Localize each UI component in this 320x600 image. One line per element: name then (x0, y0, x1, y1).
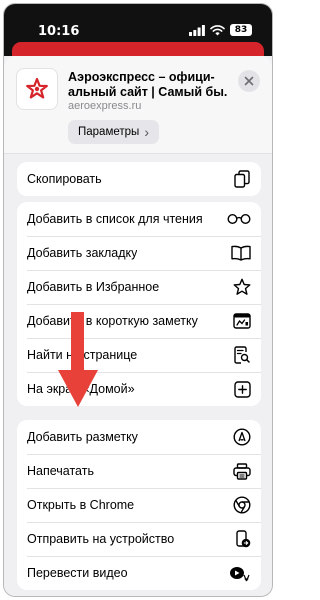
action-send-to-device[interactable]: Отправить на устройство (17, 522, 261, 556)
page-title-line2: альный сайт | Самый бы... (68, 85, 228, 99)
action-add-markup[interactable]: Добавить разметку (17, 420, 261, 454)
send-to-device-icon (233, 530, 251, 548)
status-time: 10:16 (38, 24, 80, 39)
action-add-to-home-screen[interactable]: На экран «Домой» (17, 372, 261, 406)
quick-note-icon (233, 312, 251, 330)
add-square-icon (233, 380, 251, 398)
action-add-reading-list[interactable]: Добавить в список для чтения (17, 202, 261, 236)
star-icon (233, 278, 251, 296)
markup-icon (233, 428, 251, 446)
page-background-band (12, 42, 264, 56)
phone-frame: 10:16 83 Аэроэкспресс – офици- альный са… (3, 3, 273, 597)
action-label: Добавить в короткую заметку (27, 314, 198, 328)
action-add-quick-note[interactable]: Добавить в короткую заметку (17, 304, 261, 338)
action-group-copy: Скопировать (17, 162, 261, 196)
copy-icon (233, 170, 251, 188)
page-title: Аэроэкспресс – офици- альный сайт | Самы… (68, 70, 228, 100)
action-label: Добавить закладку (27, 246, 138, 260)
status-icons: 83 (189, 24, 252, 36)
action-group-more: Добавить разметку Напечатать Открыть в C… (17, 420, 261, 590)
options-button[interactable]: Параметры › (68, 120, 159, 144)
share-sheet-header: Аэроэкспресс – офици- альный сайт | Самы… (4, 56, 272, 154)
book-icon (231, 244, 251, 262)
share-sheet: Аэроэкспресс – офици- альный сайт | Самы… (4, 56, 272, 596)
action-label: Перевести видео (27, 566, 128, 580)
page-url: aeroexpress.ru (68, 100, 142, 112)
cellular-signal-icon (189, 24, 205, 36)
chevron-right-icon: › (144, 124, 149, 140)
action-label: Напечатать (27, 464, 94, 478)
glasses-icon (227, 210, 251, 228)
wifi-icon (210, 24, 225, 35)
close-icon (244, 76, 254, 86)
battery-indicator: 83 (230, 24, 252, 36)
action-group-page: Добавить в список для чтения Добавить за… (17, 202, 261, 406)
action-copy[interactable]: Скопировать (17, 162, 261, 196)
action-translate-video[interactable]: Перевести видео (17, 556, 261, 590)
action-label: Найти на странице (27, 348, 138, 362)
close-button[interactable] (238, 70, 260, 92)
action-label: На экран «Домой» (27, 382, 135, 396)
page-title-line1: Аэроэкспресс – офици- (68, 70, 215, 84)
find-in-page-icon (233, 346, 251, 364)
action-print[interactable]: Напечатать (17, 454, 261, 488)
site-logo-icon (16, 68, 58, 110)
action-label: Скопировать (27, 172, 102, 186)
action-add-favorites[interactable]: Добавить в Избранное (17, 270, 261, 304)
action-label: Открыть в Chrome (27, 498, 135, 512)
chrome-icon (233, 496, 251, 514)
translate-video-icon (229, 564, 251, 582)
action-label: Добавить разметку (27, 430, 138, 444)
status-bar: 10:16 83 (4, 4, 272, 56)
action-label: Добавить в список для чтения (27, 212, 203, 226)
action-find-on-page[interactable]: Найти на странице (17, 338, 261, 372)
action-label: Добавить в Избранное (27, 280, 160, 294)
printer-icon (233, 462, 251, 480)
action-open-in-chrome[interactable]: Открыть в Chrome (17, 488, 261, 522)
options-button-label: Параметры (78, 126, 140, 138)
action-label: Отправить на устройство (27, 532, 175, 546)
action-add-bookmark[interactable]: Добавить закладку (17, 236, 261, 270)
